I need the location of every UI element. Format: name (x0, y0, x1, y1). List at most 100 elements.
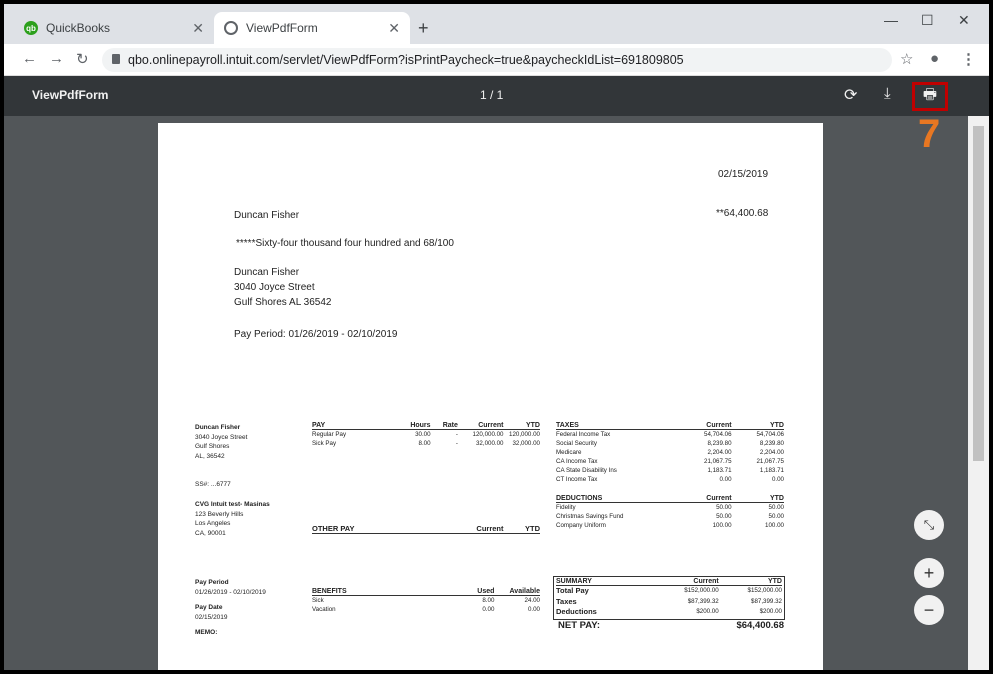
table-cell: 50.00 (768, 513, 784, 520)
deductions-table: DEDUCTIONS Current YTD Fidelity 50.00 50.00 Ch… (556, 495, 784, 530)
table-cell: 8,239.80 (707, 440, 732, 447)
summary-table: SUMMARY Current YTD Total Pay $152,000.00 $15… (553, 576, 785, 620)
download-button[interactable]: ⤓ (884, 85, 891, 102)
column-header: Current (476, 524, 504, 533)
memo-label: MEMO: (195, 629, 218, 636)
table-row: Federal Income Tax 54,704.06 54,704.06 (556, 430, 784, 439)
table-header: BENEFITS Used Available (312, 588, 540, 596)
table-cell: Taxes (556, 596, 577, 606)
table-cell: Sick (312, 597, 324, 604)
scrollbar[interactable] (968, 116, 989, 670)
table-cell: $152,000.00 (747, 587, 782, 594)
column-header: Current (693, 578, 719, 585)
table-cell: 0.00 (771, 476, 784, 483)
table-cell: 0.00 (482, 606, 495, 613)
table-cell: Medicare (556, 449, 582, 456)
table-header: PAY Hours Rate Current YTD (312, 422, 540, 430)
column-header: Current (706, 495, 732, 502)
close-tab-icon[interactable]: ✕ (192, 20, 204, 37)
table-cell: Federal Income Tax (556, 431, 611, 438)
close-tab-icon[interactable]: ✕ (388, 20, 400, 37)
rotate-button[interactable]: ⟳ (844, 85, 857, 105)
table-cell: $200.00 (759, 608, 782, 615)
table-row: Fidelity 50.00 50.00 (556, 503, 784, 512)
column-header: BENEFITS (312, 588, 347, 595)
table-cell: 50.00 (716, 513, 732, 520)
pdf-title: ViewPdfForm (32, 88, 109, 102)
employee-address-line: 3040 Joyce Street (195, 433, 248, 441)
close-window-button[interactable]: ✕ (958, 12, 970, 29)
zoom-out-button[interactable]: − (914, 595, 944, 625)
maximize-button[interactable]: ☐ (921, 12, 934, 29)
table-cell: 2,204.00 (759, 449, 784, 456)
table-row: Company Uniform 100.00 100.00 (556, 521, 784, 530)
table-cell: 2,204.00 (707, 449, 732, 456)
forward-button[interactable]: → (49, 50, 64, 67)
page-indicator: 1 / 1 (480, 88, 504, 102)
column-header: SUMMARY (556, 578, 592, 585)
check-amount: **64,400.68 (716, 208, 769, 219)
bookmark-star-icon[interactable]: ☆ (900, 50, 913, 68)
other-pay-table: OTHER PAY Current YTD (312, 524, 540, 534)
table-cell: - (455, 440, 458, 447)
tab-viewpdfform[interactable]: ViewPdfForm ✕ (214, 12, 410, 44)
print-button[interactable]: 🖶 (912, 82, 948, 111)
url-text: qbo.onlinepayroll.intuit.com/servlet/Vie… (128, 53, 684, 67)
table-cell: $152,000.00 (684, 587, 719, 594)
menu-icon[interactable]: ⋮ (961, 50, 976, 68)
table-header: SUMMARY Current YTD (556, 578, 782, 586)
tab-bar: qb QuickBooks ✕ ViewPdfForm ✕ + — ☐ ✕ (4, 4, 989, 44)
table-cell: CA Income Tax (556, 458, 598, 465)
table-row: Taxes $87,399.32 $87,399.32 (556, 597, 782, 608)
back-button[interactable]: ← (22, 50, 37, 67)
column-header: Rate (442, 422, 458, 429)
table-cell: Social Security (556, 440, 597, 447)
net-pay-value: $64,400.68 (736, 620, 784, 631)
table-cell: - (455, 431, 458, 438)
paycheck-page: 02/15/2019 Duncan Fisher **64,400.68 ***… (158, 123, 823, 670)
profile-icon[interactable]: ● (930, 50, 939, 67)
column-header: YTD (769, 495, 784, 502)
tab-quickbooks[interactable]: qb QuickBooks ✕ (14, 12, 214, 44)
table-row: CT Income Tax 0.00 0.00 (556, 475, 784, 484)
column-header: Hours (410, 422, 431, 429)
new-tab-button[interactable]: + (418, 18, 429, 39)
column-header: DEDUCTIONS (556, 495, 603, 502)
employee-name: Duncan Fisher (195, 424, 241, 431)
table-cell: 50.00 (768, 504, 784, 511)
scrollbar-thumb[interactable] (973, 126, 984, 461)
table-cell: Sick Pay (312, 440, 337, 447)
lock-icon (112, 54, 120, 64)
fit-to-page-button[interactable]: ⤡ (914, 510, 944, 540)
table-cell: $200.00 (696, 608, 719, 615)
pay-table: PAY Hours Rate Current YTD Regular Pay 30.00 - 1… (312, 422, 540, 448)
benefits-table: BENEFITS Used Available Sick 8.00 24.00 Vacati… (312, 588, 540, 614)
minimize-button[interactable]: — (884, 12, 898, 28)
pdf-viewer: 7 02/15/2019 Duncan Fisher **64,400.68 *… (4, 112, 968, 670)
table-cell: CA State Disability Ins (556, 467, 617, 474)
pay-date-label: Pay Date (195, 604, 223, 611)
address-bar: ← → ↻ qbo.onlinepayroll.intuit.com/servl… (4, 44, 989, 76)
reload-button[interactable]: ↻ (76, 50, 89, 68)
table-cell: Regular Pay (312, 431, 347, 438)
table-cell: 100.00 (712, 522, 732, 529)
table-cell: 54,704.06 (704, 431, 732, 438)
column-header: Current (478, 422, 504, 429)
employer-info: CVG Intuit test- Masinas 123 Beverly Hill… (195, 500, 270, 538)
step-marker: 7 (918, 112, 941, 156)
column-header: OTHER PAY (312, 524, 355, 533)
table-row: Sick 8.00 24.00 (312, 596, 540, 605)
employee-address-line: Gulf Shores (195, 443, 230, 450)
employee-address-line: AL, 36542 (195, 452, 225, 460)
table-cell: 0.00 (527, 606, 540, 613)
table-header: OTHER PAY Current YTD (312, 524, 540, 534)
url-input[interactable]: qbo.onlinepayroll.intuit.com/servlet/Vie… (102, 48, 892, 72)
zoom-in-button[interactable]: + (914, 558, 944, 588)
table-row: Sick Pay 8.00 - 32,000.00 32,000.00 (312, 439, 540, 448)
browser-window: qb QuickBooks ✕ ViewPdfForm ✕ + — ☐ ✕ ← → ↻… (4, 4, 989, 670)
employer-address-line: CA, 90001 (195, 529, 226, 537)
table-row: Vacation 0.00 0.00 (312, 605, 540, 614)
table-header: TAXES Current YTD (556, 422, 784, 430)
column-header: YTD (767, 578, 782, 585)
table-row: CA State Disability Ins 1,183.71 1,183.71 (556, 466, 784, 475)
